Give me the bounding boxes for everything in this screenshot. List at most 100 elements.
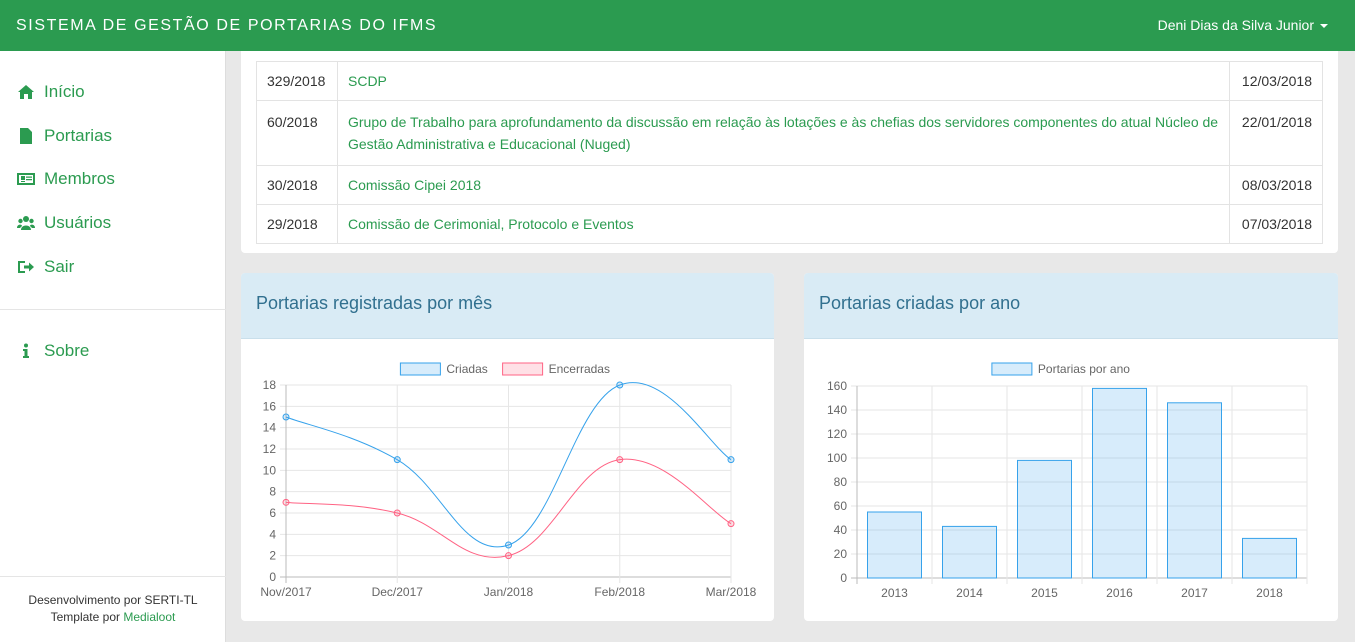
data-point: [505, 541, 512, 549]
portaria-link[interactable]: Comissão Cipei 2018: [348, 177, 481, 193]
table-row: 60/2018 Grupo de Trabalho para aprofunda…: [256, 100, 1323, 166]
data-point: [727, 456, 735, 464]
bar-2015: [1017, 459, 1072, 579]
y-tick-label: 10: [263, 463, 277, 477]
sidebar-footer-divider: [0, 576, 226, 577]
user-name: Deni Dias da Silva Junior: [1157, 17, 1314, 33]
x-tick-label: 2017: [1181, 586, 1208, 600]
sidebar-item-sair[interactable]: Sair: [17, 255, 74, 279]
data-point: [282, 413, 290, 421]
bar-2017: [1167, 402, 1222, 579]
legend-label: Criadas: [446, 362, 487, 376]
home-icon: [18, 85, 34, 99]
bar-2013: [867, 511, 922, 579]
y-tick-label: 100: [827, 451, 847, 465]
data-point: [616, 456, 624, 464]
users-icon: [17, 216, 35, 230]
y-tick-label: 120: [827, 427, 847, 441]
x-tick-label: 2014: [956, 586, 983, 600]
legend-label: Portarias por ano: [1038, 362, 1130, 376]
main-content: 329/2018 SCDP 12/03/2018 60/2018 Grupo d…: [226, 51, 1355, 642]
portaria-number: 29/2018: [256, 204, 338, 244]
portarias-table: 329/2018 SCDP 12/03/2018 60/2018 Grupo d…: [256, 61, 1323, 244]
y-tick-label: 2: [269, 549, 276, 563]
legend-swatch: [991, 362, 1033, 376]
x-tick-label: 2013: [881, 586, 908, 600]
legend-swatch: [399, 362, 441, 376]
sidebar-item-membros[interactable]: Membros: [17, 167, 115, 191]
monthly-chart-card: Portarias registradas por mês Criadas Enc…: [241, 273, 774, 621]
portaria-link[interactable]: Comissão de Cerimonial, Protocolo e Even…: [348, 216, 634, 232]
sidebar-item-usuarios[interactable]: Usuários: [17, 211, 111, 235]
file-icon: [20, 128, 32, 144]
app-title[interactable]: SISTEMA DE GESTÃO DE PORTARIAS DO IFMS: [16, 17, 437, 35]
portaria-description: Comissão Cipei 2018: [337, 165, 1230, 205]
sidebar-item-portarias[interactable]: Portarias: [17, 124, 112, 148]
yearly-chart-title: Portarias criadas por ano: [804, 273, 1338, 339]
portaria-date: 08/03/2018: [1229, 165, 1323, 205]
top-navbar: SISTEMA DE GESTÃO DE PORTARIAS DO IFMS D…: [0, 0, 1355, 51]
sidebar-item-label: Sobre: [44, 341, 90, 360]
sidebar-item-label: Início: [44, 82, 85, 101]
y-tick-label: 80: [834, 475, 848, 489]
x-tick-label: Mar/2018: [706, 585, 757, 599]
sidebar-item-label: Portarias: [44, 126, 113, 145]
template-credit-prefix: Template por: [50, 610, 124, 624]
sidebar-item-sobre[interactable]: Sobre: [17, 339, 89, 363]
data-point: [393, 509, 401, 517]
portaria-link[interactable]: SCDP: [348, 73, 387, 89]
x-tick-label: 2018: [1256, 586, 1283, 600]
x-tick-label: Dec/2017: [372, 585, 424, 599]
yearly-chart-card: Portarias criadas por ano Portarias por …: [804, 273, 1338, 621]
y-tick-label: 4: [269, 527, 276, 541]
x-tick-label: Jan/2018: [484, 585, 534, 599]
y-tick-label: 18: [263, 378, 277, 392]
x-tick-label: 2016: [1106, 586, 1133, 600]
y-tick-label: 40: [834, 523, 848, 537]
dev-credit: Desenvolvimento por SERTI-TL: [28, 593, 198, 607]
sidebar-item-label: Usuários: [44, 213, 112, 232]
table-row: 329/2018 SCDP 12/03/2018: [256, 61, 1323, 101]
portaria-description: SCDP: [337, 61, 1230, 101]
y-tick-label: 0: [840, 571, 847, 585]
bar-2016: [1092, 387, 1147, 579]
bar-2014: [942, 525, 997, 579]
y-tick-label: 60: [834, 499, 848, 513]
y-tick-label: 12: [263, 442, 277, 456]
legend-swatch: [502, 362, 544, 376]
user-menu[interactable]: Deni Dias da Silva Junior: [1158, 17, 1328, 33]
portaria-date: 22/01/2018: [1229, 100, 1323, 166]
data-point: [727, 520, 735, 528]
y-tick-label: 14: [263, 421, 277, 435]
sidebar-divider: [0, 309, 226, 310]
x-tick-label: 2015: [1031, 586, 1058, 600]
data-point: [393, 456, 401, 464]
table-row: 29/2018 Comissão de Cerimonial, Protocol…: [256, 204, 1323, 244]
portaria-number: 60/2018: [256, 100, 338, 166]
portaria-description: Grupo de Trabalho para aprofundamento da…: [337, 100, 1230, 166]
y-tick-label: 6: [269, 506, 276, 520]
sidebar-item-label: Membros: [44, 169, 115, 188]
caret-down-icon: [1320, 24, 1328, 29]
y-tick-label: 20: [834, 547, 848, 561]
legend-label: Encerradas: [549, 362, 610, 376]
sidebar: Início Portarias Membros Usuários Sair S…: [0, 51, 226, 642]
y-tick-label: 0: [269, 570, 276, 584]
medialoot-link[interactable]: Medialoot: [123, 610, 175, 624]
sidebar-item-label: Sair: [44, 257, 75, 276]
monthly-line-chart: Criadas Encerradas 0 2 4 6 8 10 12 14 16 18 Nov/2017…: [260, 362, 757, 599]
sidebar-item-inicio[interactable]: Início: [17, 80, 85, 104]
y-tick-label: 8: [269, 485, 276, 499]
data-point: [505, 552, 512, 560]
monthly-chart-title: Portarias registradas por mês: [241, 273, 774, 339]
data-point: [616, 381, 624, 389]
yearly-bar-chart: Portarias por ano 0 20 40 60 80 100 120 140 160 20…: [827, 362, 1308, 600]
info-icon: [23, 343, 29, 358]
portaria-link[interactable]: Grupo de Trabalho para aprofundamento da…: [348, 114, 1218, 152]
portaria-date: 07/03/2018: [1229, 204, 1323, 244]
portaria-description: Comissão de Cerimonial, Protocolo e Even…: [337, 204, 1230, 244]
portarias-table-panel: 329/2018 SCDP 12/03/2018 60/2018 Grupo d…: [241, 51, 1338, 253]
portaria-date: 12/03/2018: [1229, 61, 1323, 101]
x-tick-label: Feb/2018: [594, 585, 645, 599]
y-tick-label: 140: [827, 403, 847, 417]
